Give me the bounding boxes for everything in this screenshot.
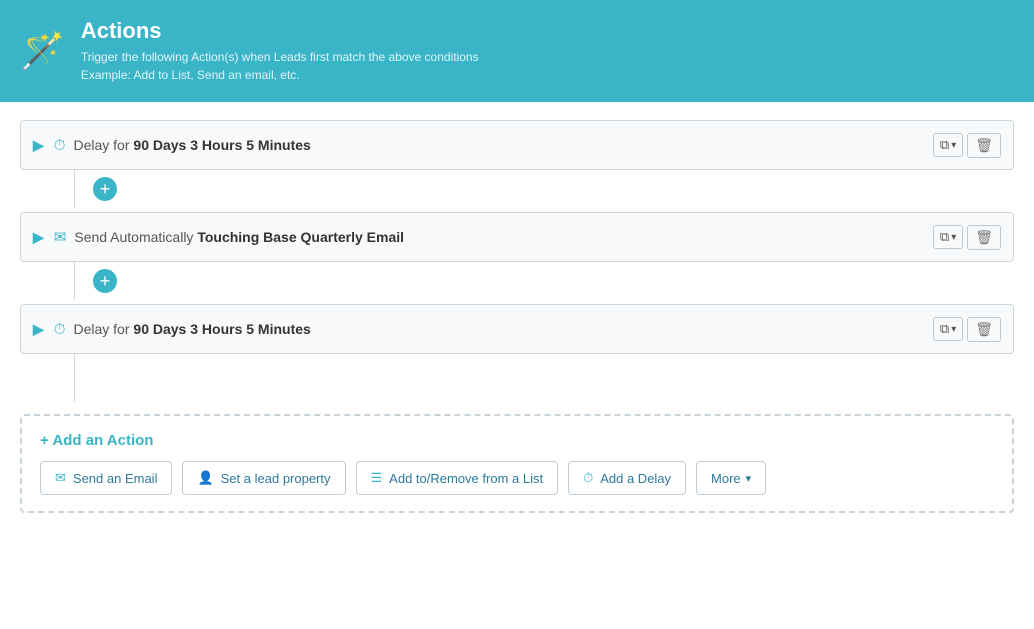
- wand-icon: 🪄: [20, 33, 65, 69]
- list-btn-icon: ☰: [371, 470, 383, 486]
- action-controls-3: ⧉ ▾ 🗑: [933, 317, 1001, 342]
- copy-icon-2: ⧉: [940, 229, 949, 245]
- action-block-2: ▶ ✉ Send Automatically Touching Base Qua…: [20, 212, 1014, 300]
- add-remove-list-button[interactable]: ☰ Add to/Remove from a List: [356, 461, 559, 495]
- add-action-section: + Add an Action ✉ Send an Email 👤 Set a …: [20, 414, 1014, 513]
- set-lead-property-button[interactable]: 👤 Set a lead property: [182, 461, 345, 495]
- copy-button-3[interactable]: ⧉ ▾: [933, 317, 963, 341]
- chevron-right-icon-1[interactable]: ▶: [33, 137, 44, 154]
- add-action-btn-1[interactable]: +: [93, 177, 117, 201]
- send-email-button[interactable]: ✉ Send an Email: [40, 461, 172, 495]
- chevron-right-icon-3[interactable]: ▶: [33, 321, 44, 338]
- actions-header: 🪄 Actions Trigger the following Action(s…: [0, 0, 1034, 102]
- copy-icon-3: ⧉: [940, 321, 949, 337]
- email-btn-icon: ✉: [55, 470, 66, 486]
- action-row-2: ▶ ✉ Send Automatically Touching Base Qua…: [20, 212, 1014, 262]
- add-delay-button[interactable]: ⏱ Add a Delay: [568, 461, 686, 495]
- trash-icon-1: 🗑: [975, 137, 993, 153]
- action-controls-1: ⧉ ▾ 🗑: [933, 133, 1001, 158]
- header-title: Actions: [81, 18, 479, 44]
- copy-button-1[interactable]: ⧉ ▾: [933, 133, 963, 157]
- delete-button-3[interactable]: 🗑: [967, 317, 1001, 342]
- header-text: Actions Trigger the following Action(s) …: [81, 18, 479, 84]
- copy-dropdown-icon-3: ▾: [951, 324, 956, 335]
- action-label-1: Delay for 90 Days 3 Hours 5 Minutes: [73, 137, 932, 153]
- action-row-3: ▶ ⏱ Delay for 90 Days 3 Hours 5 Minutes …: [20, 304, 1014, 354]
- copy-button-2[interactable]: ⧉ ▾: [933, 225, 963, 249]
- add-action-title: + Add an Action: [40, 432, 994, 449]
- delay-btn-icon: ⏱: [583, 470, 593, 486]
- copy-icon-1: ⧉: [940, 137, 949, 153]
- copy-dropdown-icon-1: ▾: [951, 140, 956, 151]
- action-block-3: ▶ ⏱ Delay for 90 Days 3 Hours 5 Minutes …: [20, 304, 1014, 402]
- action-label-2: Send Automatically Touching Base Quarter…: [74, 229, 933, 245]
- delay-icon-1: ⏱: [54, 137, 66, 154]
- action-block-1: ▶ ⏱ Delay for 90 Days 3 Hours 5 Minutes …: [20, 120, 1014, 208]
- delete-button-2[interactable]: 🗑: [967, 225, 1001, 250]
- delete-button-1[interactable]: 🗑: [967, 133, 1001, 158]
- more-button[interactable]: More ▾: [696, 461, 766, 495]
- more-dropdown-icon: ▾: [746, 472, 752, 485]
- action-label-3: Delay for 90 Days 3 Hours 5 Minutes: [73, 321, 932, 337]
- add-action-buttons: ✉ Send an Email 👤 Set a lead property ☰ …: [40, 461, 994, 495]
- chevron-right-icon-2[interactable]: ▶: [33, 229, 44, 246]
- trash-icon-2: 🗑: [975, 229, 993, 245]
- actions-list: ▶ ⏱ Delay for 90 Days 3 Hours 5 Minutes …: [20, 120, 1014, 402]
- email-icon-2: ✉: [54, 228, 67, 246]
- page-container: 🪄 Actions Trigger the following Action(s…: [0, 0, 1034, 629]
- action-row-1: ▶ ⏱ Delay for 90 Days 3 Hours 5 Minutes …: [20, 120, 1014, 170]
- trash-icon-3: 🗑: [975, 321, 993, 337]
- copy-dropdown-icon-2: ▾: [951, 232, 956, 243]
- header-subtitle: Trigger the following Action(s) when Lea…: [81, 48, 479, 84]
- add-action-btn-2[interactable]: +: [93, 269, 117, 293]
- delay-icon-3: ⏱: [54, 321, 66, 338]
- person-btn-icon: 👤: [197, 470, 213, 486]
- action-controls-2: ⧉ ▾ 🗑: [933, 225, 1001, 250]
- main-content: ▶ ⏱ Delay for 90 Days 3 Hours 5 Minutes …: [0, 102, 1034, 531]
